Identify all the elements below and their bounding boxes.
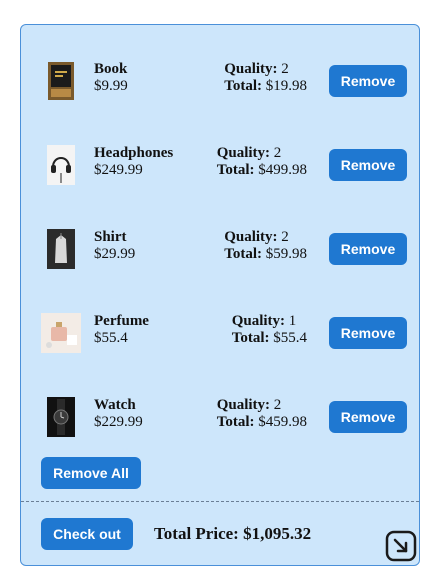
perfume-icon	[41, 313, 81, 353]
quality-value: 2	[281, 61, 289, 77]
remove-button[interactable]: Remove	[329, 233, 407, 265]
quality-value: 1	[288, 313, 297, 329]
item-name: Watch	[94, 397, 136, 413]
total-label: Total:	[216, 414, 255, 430]
item-name: Book	[94, 61, 128, 77]
remove-button[interactable]: Remove	[329, 149, 407, 181]
item-info: Perfume $55.4	[94, 313, 149, 347]
shirt-icon	[41, 229, 81, 269]
quality-label: Quality:	[224, 61, 278, 77]
checkout-button[interactable]: Check out	[41, 518, 133, 550]
total-value: $55.4	[273, 330, 307, 346]
item-price: $29.99	[94, 246, 136, 262]
item-name: Headphones	[94, 145, 174, 161]
cart-item-perfume: Perfume $55.4 Quality: 1 Total: $55.4 Re…	[21, 301, 419, 363]
headphones-icon	[41, 145, 81, 185]
book-icon	[41, 61, 81, 101]
total-price: Total Price: $1,095.32	[154, 524, 311, 544]
divider	[21, 501, 419, 502]
item-quantity-total: Quality: 2 Total: $19.98	[224, 61, 307, 95]
item-name: Shirt	[94, 229, 127, 245]
item-info: Shirt $29.99	[94, 229, 135, 263]
total-label: Total:	[224, 246, 262, 262]
quality-label: Quality:	[224, 229, 278, 245]
remove-button[interactable]: Remove	[329, 317, 407, 349]
total-value: $19.98	[265, 78, 307, 94]
item-quantity-total: Quality: 1 Total: $55.4	[232, 313, 307, 347]
total-price-label: Total Price:	[154, 524, 239, 543]
item-quantity-total: Quality: 2 Total: $499.98	[217, 145, 307, 179]
cart-item-shirt: Shirt $29.99 Quality: 2 Total: $59.98 Re…	[21, 217, 419, 279]
total-value: $459.98	[258, 414, 307, 430]
quality-label: Quality:	[231, 313, 286, 329]
total-label: Total:	[216, 162, 255, 178]
remove-all-button[interactable]: Remove All	[41, 457, 141, 489]
item-info: Headphones $249.99	[94, 145, 173, 179]
item-price: $55.4	[94, 330, 128, 346]
total-value: $499.98	[258, 162, 307, 178]
total-value: $59.98	[265, 246, 307, 262]
quality-value: 2	[273, 397, 282, 413]
arrow-down-right-icon[interactable]	[385, 530, 417, 562]
watch-icon	[41, 397, 81, 437]
item-price: $249.99	[94, 162, 143, 178]
quality-value: 2	[281, 229, 289, 245]
item-price: $9.99	[94, 78, 128, 94]
item-quantity-total: Quality: 2 Total: $459.98	[217, 397, 307, 431]
remove-button[interactable]: Remove	[329, 401, 407, 433]
remove-button[interactable]: Remove	[329, 65, 407, 97]
item-info: Book $9.99	[94, 61, 128, 95]
quality-value: 2	[273, 145, 282, 161]
quality-label: Quality:	[216, 145, 271, 161]
cart-item-headphones: Headphones $249.99 Quality: 2 Total: $49…	[21, 133, 419, 195]
total-price-value: $1,095.32	[243, 524, 312, 543]
cart-panel: Book $9.99 Quality: 2 Total: $19.98 Remo…	[20, 24, 420, 566]
item-quantity-total: Quality: 2 Total: $59.98	[224, 229, 307, 263]
quality-label: Quality:	[216, 397, 271, 413]
item-info: Watch $229.99	[94, 397, 143, 431]
total-label: Total:	[224, 78, 262, 94]
cart-item-watch: Watch $229.99 Quality: 2 Total: $459.98 …	[21, 385, 419, 447]
cart-item-book: Book $9.99 Quality: 2 Total: $19.98 Remo…	[21, 49, 419, 111]
item-name: Perfume	[94, 313, 149, 329]
total-label: Total:	[231, 330, 270, 346]
item-price: $229.99	[94, 414, 143, 430]
